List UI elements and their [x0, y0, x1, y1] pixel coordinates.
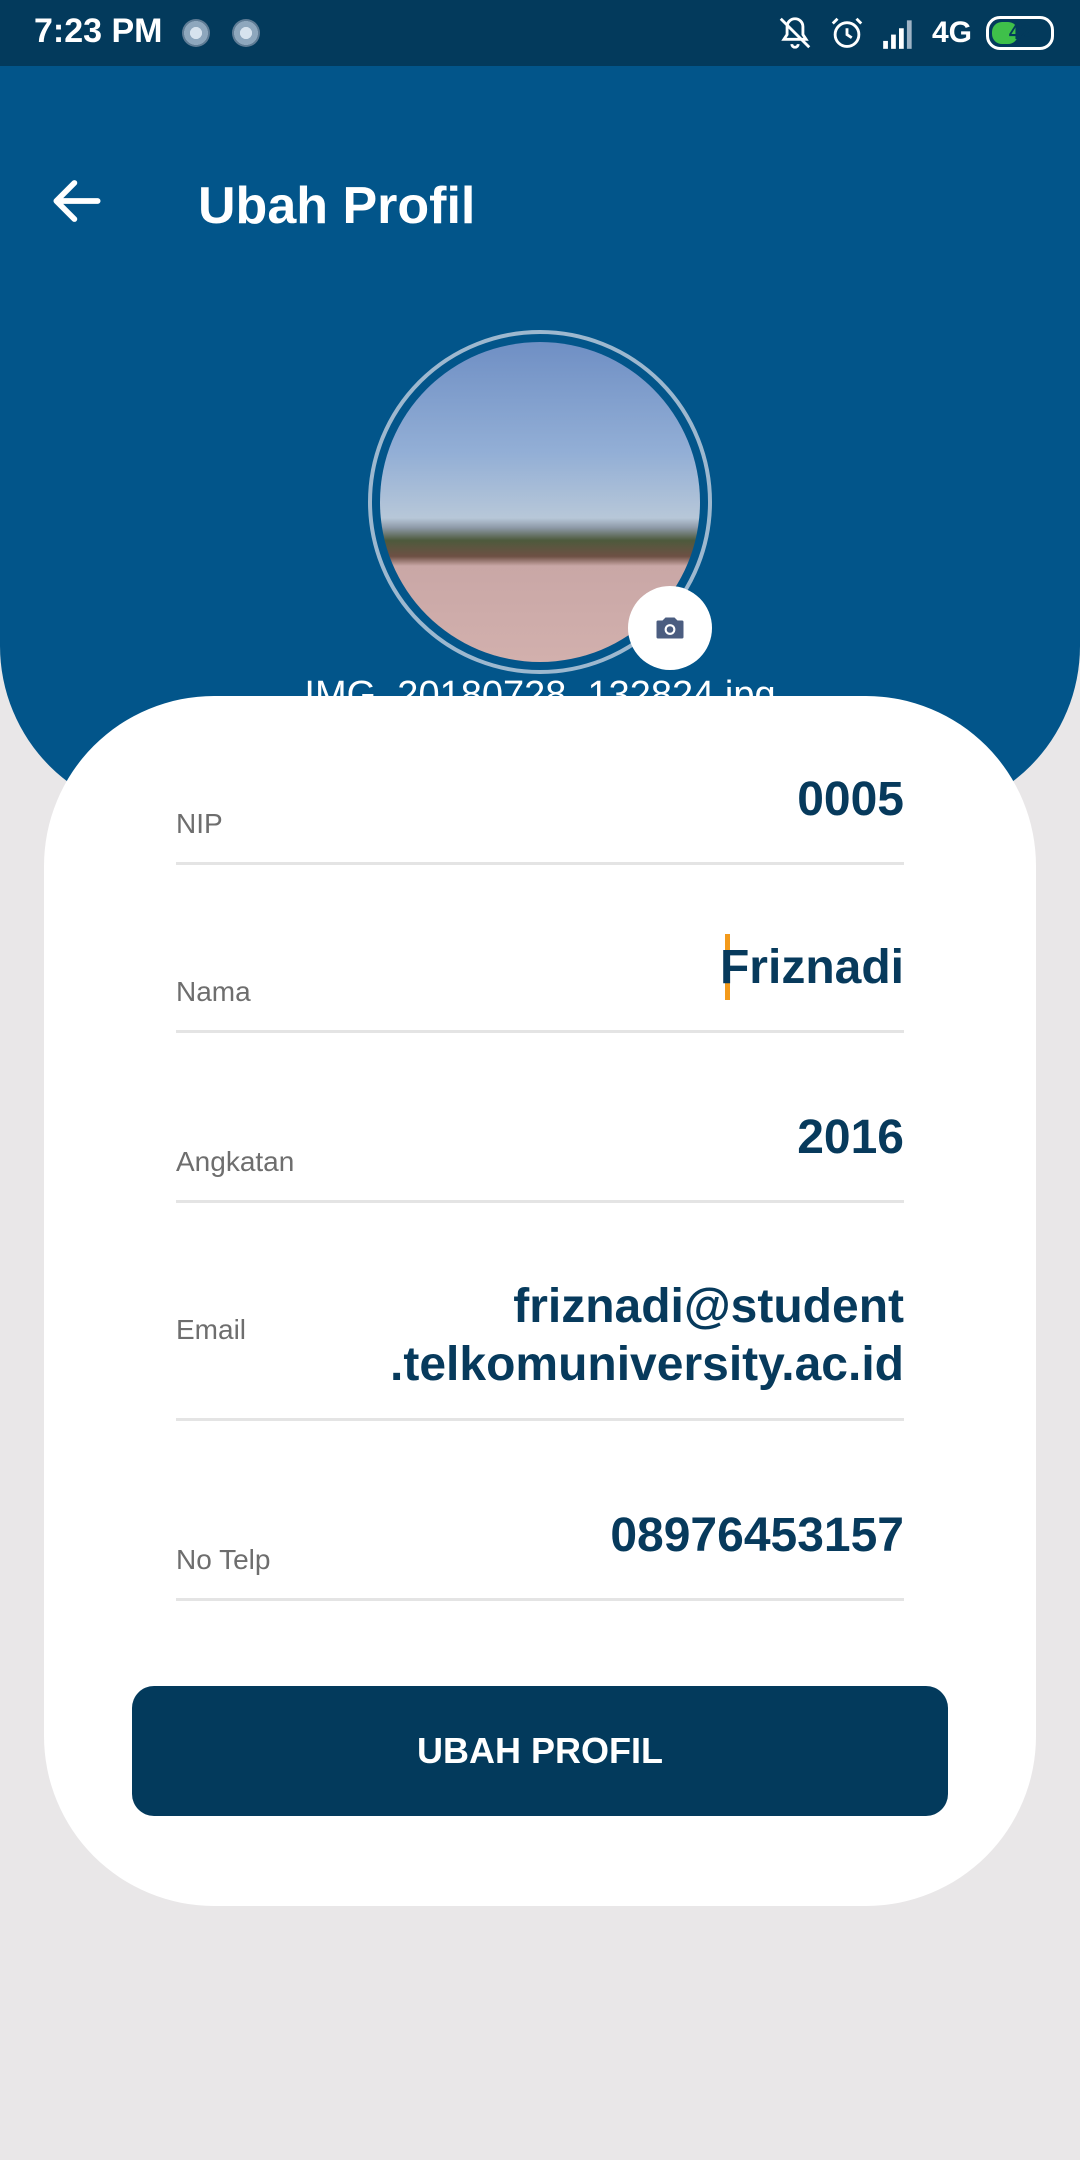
angkatan-label: Angkatan — [176, 1146, 295, 1177]
email-value[interactable]: friznadi@student .telkomuniversity.ac.id — [390, 1278, 904, 1394]
muted-bell-icon — [779, 17, 811, 49]
nip-label: NIP — [176, 808, 223, 839]
status-icons: 4G 42 — [776, 10, 1054, 56]
telp-value[interactable]: 08976453157 — [610, 1508, 904, 1563]
network-type: 4G — [931, 16, 972, 49]
telp-field[interactable]: No Telp 08976453157 — [176, 1508, 904, 1601]
email-line-1: friznadi@student — [513, 1280, 904, 1333]
angkatan-value[interactable]: 2016 — [797, 1110, 904, 1165]
page-title: Ubah Profil — [198, 177, 476, 235]
profile-form-card: NIP 0005 Nama Friznadi Angkatan 2016 Ema… — [44, 696, 1036, 1906]
notification-icon — [182, 19, 210, 47]
telp-label: No Telp — [176, 1544, 271, 1575]
status-bar: 7:23 PM 4G 42 — [0, 0, 1080, 66]
notification-icon — [232, 19, 260, 47]
nama-field[interactable]: Nama Friznadi — [176, 934, 904, 1033]
status-time: 7:23 PM — [34, 12, 163, 50]
nama-input[interactable]: Friznadi — [720, 940, 904, 995]
battery-level: 42 — [1008, 21, 1032, 44]
email-line-2: .telkomuniversity.ac.id — [390, 1338, 904, 1391]
change-photo-button[interactable] — [628, 586, 712, 670]
nama-label: Nama — [176, 976, 251, 1007]
email-field[interactable]: Email friznadi@student .telkomuniversity… — [176, 1278, 904, 1421]
nip-field[interactable]: NIP 0005 — [176, 772, 904, 865]
ubah-profil-button[interactable]: UBAH PROFIL — [132, 1686, 948, 1816]
back-arrow-icon[interactable] — [46, 170, 108, 232]
angkatan-field[interactable]: Angkatan 2016 — [176, 1110, 904, 1203]
signal-icon — [883, 20, 912, 49]
nip-value[interactable]: 0005 — [797, 772, 904, 827]
camera-icon — [656, 617, 684, 639]
alarm-icon — [831, 17, 863, 48]
email-label: Email — [176, 1314, 247, 1345]
battery-icon: 42 — [986, 16, 1054, 50]
